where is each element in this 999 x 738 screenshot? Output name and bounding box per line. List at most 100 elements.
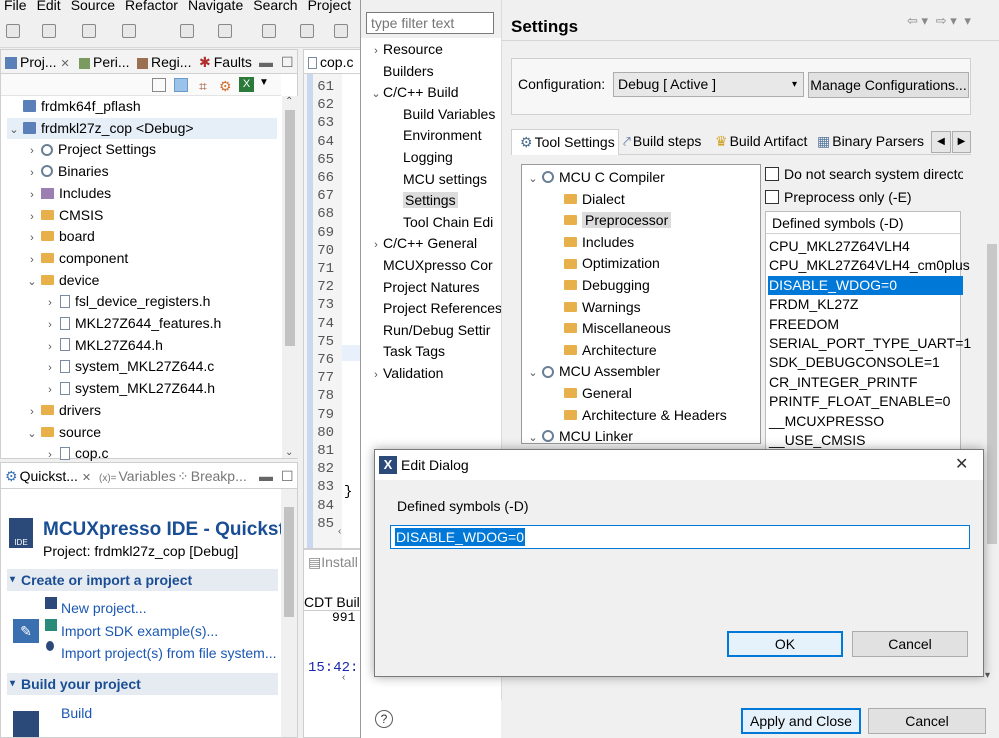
tree-item[interactable]: › Project Settings: [25, 139, 156, 160]
chevron-down-icon[interactable]: ⌄: [369, 84, 383, 104]
tool-tree-item[interactable]: Dialect: [548, 189, 625, 211]
maximize-icon[interactable]: ☐: [281, 53, 294, 71]
nav-item[interactable]: › C/C++ General: [369, 233, 501, 255]
tree-item[interactable]: › system_MKL27Z644.c: [43, 356, 214, 377]
tool-tree-item[interactable]: Preprocessor: [548, 210, 672, 232]
tree-item[interactable]: › board: [25, 226, 95, 247]
tool-tree-item[interactable]: ⌄ MCU Linker: [526, 426, 633, 448]
nav-item[interactable]: Run/Debug Settir: [369, 320, 501, 342]
tool-tree-item[interactable]: Optimization: [548, 253, 660, 275]
tab-variables[interactable]: (x)= Variables: [99, 467, 176, 488]
tree-item[interactable]: › CMSIS: [25, 205, 103, 226]
chevron-right-icon[interactable]: ›: [25, 163, 39, 184]
ok-button[interactable]: OK: [727, 631, 843, 657]
menu-item[interactable]: Search: [253, 0, 297, 12]
chevron-down-icon[interactable]: ⌄: [25, 424, 39, 445]
symbol-item[interactable]: PRINTF_FLOAT_ENABLE=0: [768, 392, 963, 411]
build-link[interactable]: Build: [61, 705, 92, 721]
symbol-item[interactable]: SDK_DEBUGCONSOLE=1: [768, 353, 963, 372]
chevron-down-icon[interactable]: ⌄: [526, 428, 540, 450]
chevron-right-icon[interactable]: ›: [25, 141, 39, 162]
symbol-item[interactable]: __USE_CMSIS: [768, 431, 963, 450]
chevron-right-icon[interactable]: ›: [369, 235, 383, 255]
tree-item[interactable]: › system_MKL27Z644.h: [43, 378, 215, 399]
tool-tree-item[interactable]: Miscellaneous: [548, 318, 671, 340]
tool-tree-item[interactable]: Debugging: [548, 275, 650, 297]
chevron-right-icon[interactable]: ›: [25, 185, 39, 206]
view-menu-icon[interactable]: ▼: [259, 77, 269, 88]
chevron-down-icon[interactable]: ⌄: [25, 272, 39, 293]
tools-icon[interactable]: [122, 24, 136, 38]
build-section[interactable]: ▾ Build your project: [7, 673, 278, 695]
minimize-icon[interactable]: ▬: [259, 53, 273, 71]
tree-item[interactable]: › Includes: [25, 183, 111, 204]
collapse-all-icon[interactable]: [152, 78, 166, 92]
chevron-right-icon[interactable]: ›: [369, 41, 383, 61]
chevron-down-icon[interactable]: ⌄: [526, 363, 540, 385]
create-import-section[interactable]: ▾ Create or import a project: [7, 569, 278, 591]
scroll-down-icon[interactable]: ▾: [985, 670, 990, 681]
tree-item[interactable]: frdmk64f_pflash: [7, 96, 141, 117]
close-icon[interactable]: ✕: [60, 58, 69, 70]
tab-installed[interactable]: ▤Install: [308, 554, 358, 571]
excel-icon[interactable]: X: [239, 77, 254, 92]
build-icon[interactable]: [82, 24, 96, 38]
dialog-cancel-button[interactable]: Cancel: [852, 631, 968, 657]
scroll-left-icon[interactable]: ‹: [338, 526, 341, 537]
menu-item[interactable]: Source: [71, 0, 115, 12]
tab-project-explorer[interactable]: Proj... ✕: [5, 53, 70, 73]
tree-item[interactable]: › drivers: [25, 400, 101, 421]
preprocess-only-checkbox[interactable]: Preprocess only (-E): [765, 189, 912, 205]
nav-item[interactable]: Build Variables: [389, 104, 501, 126]
symbol-item[interactable]: CR_INTEGER_PRINTF: [768, 373, 963, 392]
tool-tree-item[interactable]: Warnings: [548, 297, 641, 319]
maximize-icon[interactable]: ☐: [281, 467, 294, 485]
explorer-scrollbar[interactable]: ⌃ ⌄: [282, 96, 298, 458]
settings-icon[interactable]: ⚙: [219, 78, 232, 95]
nav-item[interactable]: Tool Chain Edi: [389, 212, 501, 234]
tree-item[interactable]: › MKL27Z644_features.h: [43, 313, 221, 334]
filter-input[interactable]: [366, 12, 494, 34]
tab-cdt-build[interactable]: CDT Build: [304, 594, 368, 611]
no-system-dirs-checkbox[interactable]: Do not search system directo: [765, 166, 963, 182]
tab-peripherals[interactable]: Peri...: [79, 53, 130, 71]
symbol-item[interactable]: SERIAL_PORT_TYPE_UART=1: [768, 334, 971, 353]
nav-item[interactable]: › Resource: [369, 39, 501, 61]
import-sdk-link[interactable]: Import SDK example(s)...: [61, 623, 218, 639]
search-icon[interactable]: [300, 24, 314, 38]
tab-scroll-right-icon[interactable]: ▶: [952, 131, 971, 153]
run-icon[interactable]: [262, 24, 276, 38]
menu-item[interactable]: Edit: [37, 0, 61, 12]
chevron-right-icon[interactable]: ›: [43, 337, 57, 358]
tree-item[interactable]: › component: [25, 248, 128, 269]
save-icon[interactable]: [42, 24, 56, 38]
chevron-right-icon[interactable]: ›: [43, 315, 57, 336]
nav-item[interactable]: Logging: [389, 147, 501, 169]
tool-tree-item[interactable]: General: [548, 383, 632, 405]
back-icon[interactable]: ⇦: [907, 13, 918, 28]
tab-binary-parsers[interactable]: ▦ Binary Parsers: [817, 133, 931, 150]
nav-item[interactable]: › Validation: [369, 363, 501, 385]
scroll-left-icon[interactable]: ‹: [342, 672, 345, 683]
chevron-right-icon[interactable]: ›: [369, 365, 383, 385]
chevron-right-icon[interactable]: ›: [25, 250, 39, 271]
close-icon[interactable]: ✕: [82, 472, 91, 484]
menu-item[interactable]: File: [4, 0, 27, 12]
tab-build-artifact[interactable]: ♛ Build Artifact: [715, 133, 807, 150]
menu-item[interactable]: Project: [308, 0, 352, 12]
help-icon[interactable]: ?: [375, 710, 393, 728]
symbol-item[interactable]: FREEDOM: [768, 315, 963, 334]
import-project-link[interactable]: Import project(s) from file system...: [61, 645, 276, 661]
filter-icon[interactable]: ⌗: [199, 78, 207, 95]
tree-item[interactable]: › Binaries: [25, 161, 108, 184]
page-scroll-thumb[interactable]: [987, 244, 997, 544]
chevron-right-icon[interactable]: ›: [43, 380, 57, 401]
scroll-down-icon[interactable]: ⌄: [285, 447, 293, 458]
scroll-up-icon[interactable]: ⌃: [285, 96, 293, 107]
quickstart-scroll-thumb[interactable]: [284, 507, 294, 617]
nav-item[interactable]: ⌄ C/C++ Build: [369, 82, 501, 104]
symbol-value-input[interactable]: DISABLE_WDOG=0: [390, 525, 970, 549]
tool-tree-item[interactable]: Includes: [548, 232, 634, 254]
tab-quickstart[interactable]: ⚙ Quickst... ✕: [5, 467, 91, 487]
chevron-right-icon[interactable]: ›: [25, 207, 39, 228]
